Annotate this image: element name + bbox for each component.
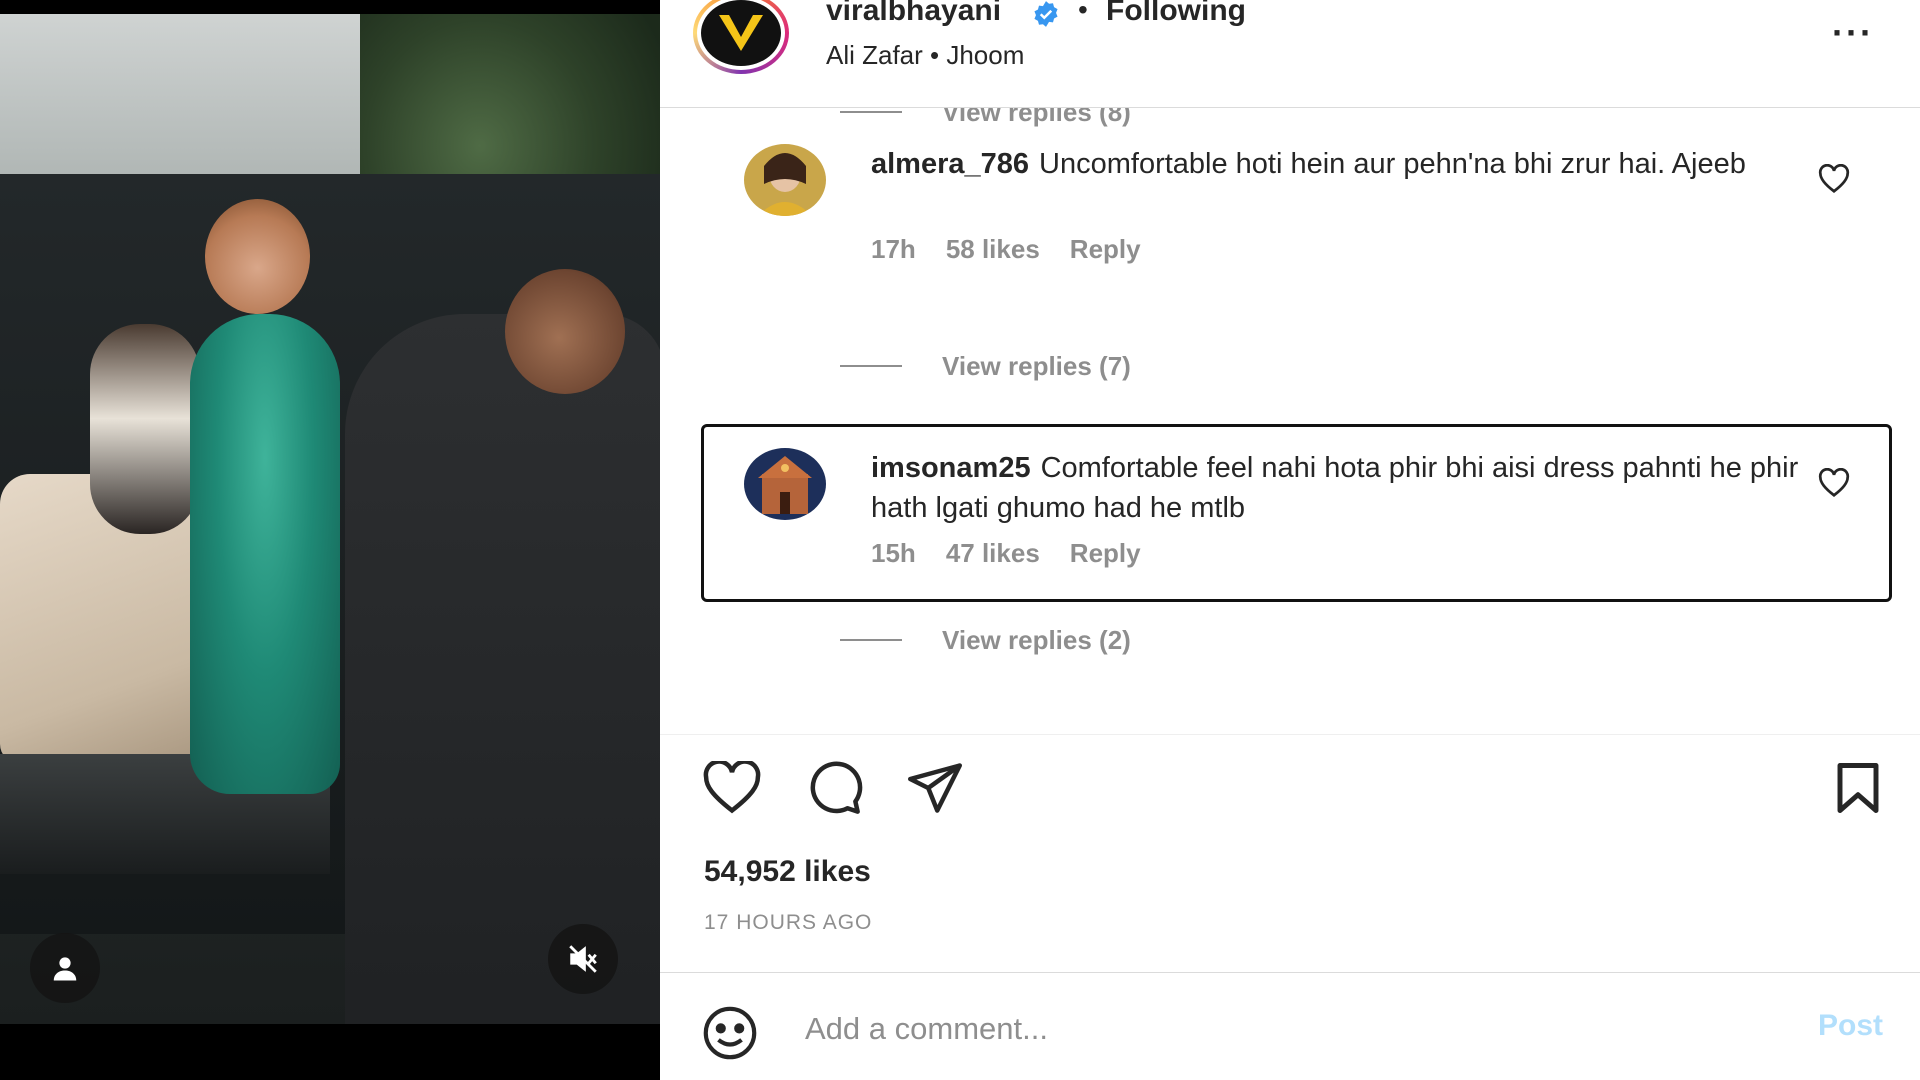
comment-time[interactable]: 17h (871, 234, 916, 265)
view-replies-button[interactable]: View replies (7) (840, 346, 1131, 386)
commenter-avatar[interactable] (744, 144, 826, 216)
comment-reply-button[interactable]: Reply (1070, 538, 1141, 569)
viral-logo-icon (701, 0, 781, 66)
post-video[interactable] (0, 0, 660, 1080)
speaker-muted-icon (569, 945, 597, 973)
comment-heart-icon[interactable] (1817, 164, 1851, 194)
follow-button[interactable]: Following (1106, 0, 1246, 28)
video-top-bar (0, 0, 660, 14)
emoji-icon[interactable] (700, 1005, 760, 1061)
comment-input[interactable] (805, 999, 1725, 1059)
comment-likes[interactable]: 58 likes (946, 234, 1040, 265)
post-comment-button[interactable]: Post (1818, 1009, 1883, 1043)
heart-icon[interactable] (702, 761, 762, 815)
comment-likes[interactable]: 47 likes (946, 538, 1040, 569)
comment-username[interactable]: imsonam25 (871, 452, 1031, 484)
user-tag-icon (53, 957, 77, 981)
comment-item: imsonam25 Comfortable feel nahi hota phir… (700, 448, 1910, 578)
post-side-panel: viralbhayani • Following Ali Zafar • Jho… (660, 0, 1920, 1080)
mute-toggle-button[interactable] (548, 924, 618, 994)
separator-dot: • (1078, 0, 1088, 25)
comment-reply-button[interactable]: Reply (1070, 234, 1141, 265)
comment-heart-icon[interactable] (1817, 468, 1851, 498)
verified-badge-icon (1034, 1, 1058, 27)
post-header: viralbhayani • Following Ali Zafar • Jho… (660, 0, 1920, 108)
comment-username[interactable]: almera_786 (871, 148, 1029, 180)
view-replies-button[interactable]: View replies (2) (840, 620, 1131, 660)
comment-bubble-icon[interactable] (804, 761, 864, 815)
video-frame (0, 14, 660, 1024)
add-comment-bar: Post (660, 972, 1920, 1080)
comment-text: Uncomfortable hoti hein aur pehn'na bhi … (1039, 148, 1746, 180)
bookmark-icon[interactable] (1828, 761, 1888, 815)
view-replies-button[interactable]: View replies (8) (840, 108, 1131, 132)
comment-item: almera_786 Uncomfortable hoti hein aur pe… (700, 144, 1910, 274)
user-tag-button[interactable] (30, 933, 100, 1003)
audio-attribution[interactable]: Ali Zafar • Jhoom (826, 40, 1024, 71)
likes-count[interactable]: 54,952 likes (704, 855, 871, 889)
more-options-icon[interactable]: ··· (1832, 12, 1874, 54)
comments-list: View replies (8) almera_786 Uncomfortable… (660, 108, 1920, 734)
comment-time[interactable]: 15h (871, 538, 916, 569)
commenter-avatar[interactable] (744, 448, 826, 520)
paper-plane-icon[interactable] (905, 761, 965, 815)
author-username[interactable]: viralbhayani (826, 0, 1001, 28)
post-actions: 54,952 likes 17 HOURS AGO (660, 734, 1920, 972)
video-bottom-bar (0, 1024, 660, 1080)
post-timestamp[interactable]: 17 HOURS AGO (704, 911, 872, 935)
author-avatar[interactable] (693, 0, 789, 74)
